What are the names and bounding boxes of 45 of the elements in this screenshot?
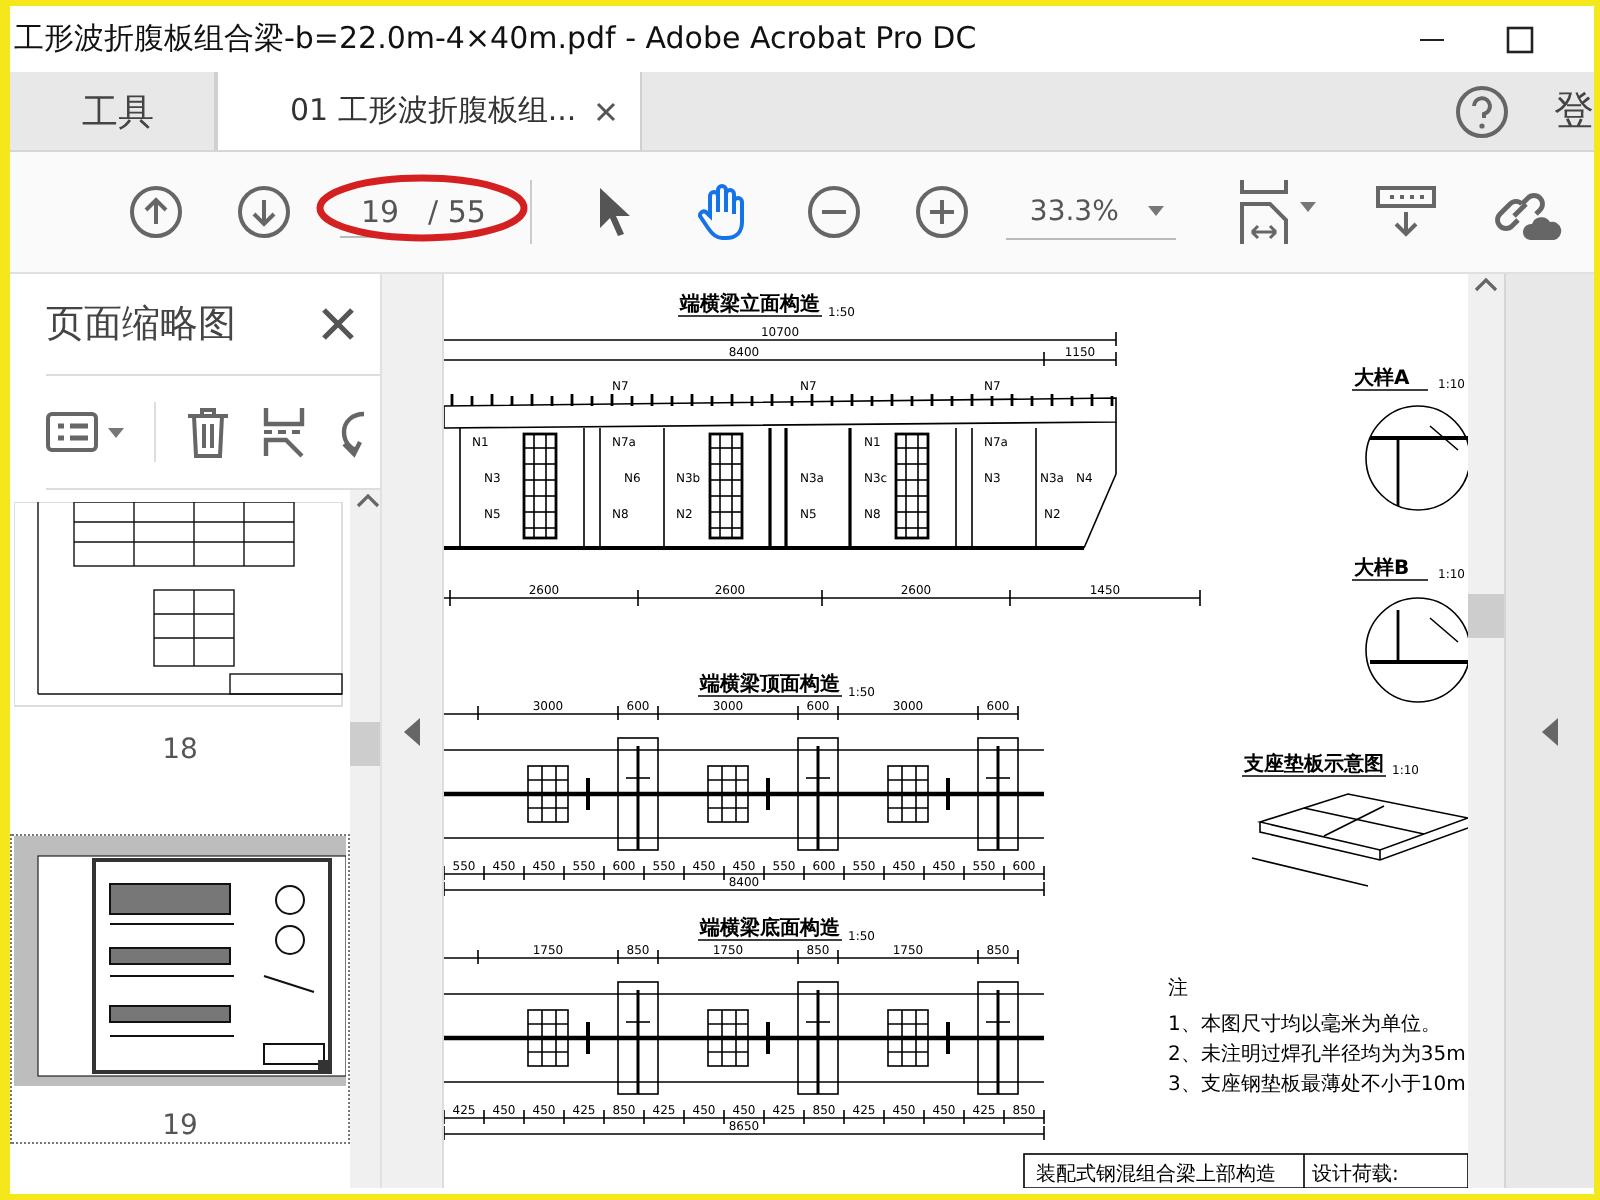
detail-drawing [1365, 597, 1468, 703]
page-number-label: 19 [162, 1110, 198, 1142]
hand-icon[interactable] [693, 182, 750, 242]
zoom-out-icon[interactable] [805, 184, 862, 240]
page-thumbnail[interactable] [14, 502, 346, 710]
tab[interactable]: 01 工形波折腹板组... [216, 72, 643, 150]
keyboard-icon[interactable] [1373, 182, 1438, 242]
panel-title: 页面缩略图 [46, 300, 236, 350]
next-page-icon[interactable] [236, 184, 292, 240]
section-title: 支座垫板示意图 [1244, 754, 1384, 776]
trash-icon[interactable] [184, 404, 232, 460]
page-number-field[interactable]: 19 [340, 186, 420, 238]
extract-pages-icon[interactable] [260, 404, 308, 460]
window-title: 工形波折腹板组合梁-b=22.0m-4×40m.pdf - Adobe Acrobat Pro DC [14, 20, 977, 58]
page-thumbnail[interactable] [14, 836, 346, 1086]
previous-page-icon[interactable] [128, 184, 184, 240]
scroll-up-icon[interactable] [356, 490, 380, 510]
section-title: 端横梁底面构造 [700, 918, 840, 940]
detail-title: 大样B [1354, 558, 1410, 580]
section-title: 端横梁顶面构造 [700, 674, 840, 696]
sign-in-link[interactable]: 登 [1554, 84, 1594, 138]
note-text: 1、本图尺寸均以毫米为单位。 [1168, 1014, 1441, 1036]
close-icon[interactable] [596, 101, 617, 121]
options-icon[interactable] [46, 408, 126, 456]
drawing-title: 装配式钢混组合梁上部构造 [1036, 1164, 1276, 1186]
notes-heading: 注 [1168, 978, 1188, 1000]
detail-drawing [1365, 405, 1468, 511]
page-count: / 55 [428, 194, 486, 230]
help-icon[interactable] [1454, 83, 1510, 139]
note-text: 2、未注明过焊孔半径均为为35m [1168, 1044, 1466, 1066]
expand-panel-icon[interactable] [1540, 715, 1560, 747]
scrollbar-thumb[interactable] [350, 722, 380, 766]
section-title: 端横梁立面构造 [680, 294, 820, 316]
title-block-label: 设计荷载: [1312, 1164, 1399, 1186]
zoom-in-icon[interactable] [913, 184, 970, 240]
note-text: 3、支座钢垫板最薄处不小于10m [1168, 1074, 1466, 1096]
detail-title: 大样A [1354, 368, 1410, 390]
scrollbar-thumb[interactable] [1468, 594, 1504, 638]
page-number-label: 18 [162, 734, 198, 766]
zoom-dropdown[interactable]: 33.3% [1005, 184, 1176, 240]
close-icon[interactable] [320, 306, 356, 342]
scroll-up-icon[interactable] [1474, 274, 1498, 294]
maximize-icon[interactable] [1506, 25, 1534, 53]
caret-icon[interactable] [1147, 206, 1164, 216]
collapse-left-icon[interactable] [402, 715, 422, 747]
